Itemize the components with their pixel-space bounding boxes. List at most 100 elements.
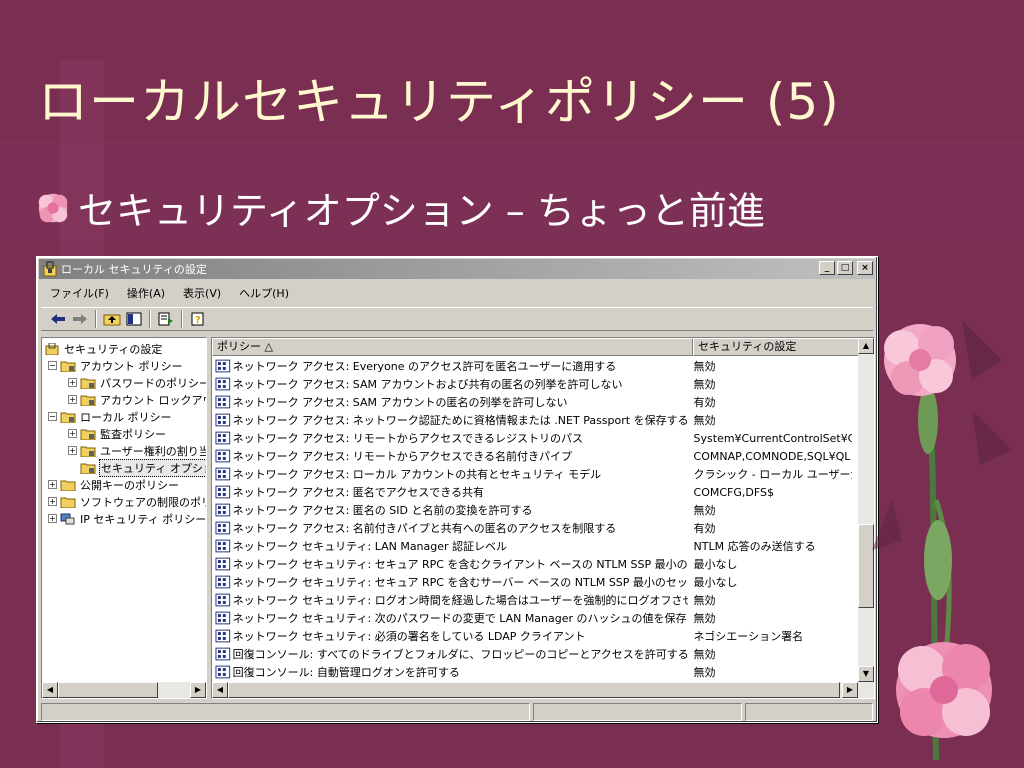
menu-help[interactable]: ヘルプ(H) (230, 285, 298, 301)
policy-row[interactable]: ネットワーク セキュリティ: 次のパスワードの変更で LAN Manager の… (212, 609, 852, 627)
policy-row[interactable]: ネットワーク セキュリティ: セキュア RPC を含むクライアント ベースの N… (212, 555, 852, 573)
policy-row[interactable]: ネットワーク アクセス: 匿名でアクセスできる共有 COMCFG,DFS$ (212, 483, 852, 501)
tree-item-account-policies[interactable]: − アカウント ポリシー (48, 357, 184, 374)
scroll-thumb[interactable] (228, 682, 840, 698)
tree-item-user-rights[interactable]: + ユーザー権利の割り当て (68, 442, 206, 459)
list-horizontal-scrollbar[interactable]: ◀ ▶ (212, 682, 874, 698)
tree-pane: セキュリティの設定 − アカウント ポリシー + パスワードのポリシー + アカ… (41, 337, 207, 699)
tree-item-password-policy[interactable]: + パスワードのポリシー (68, 374, 206, 391)
tree-item-label: 公開キーのポリシー (80, 478, 179, 492)
policy-setting-icon (215, 431, 231, 445)
expand-icon[interactable]: + (68, 429, 77, 438)
policy-setting-value: 無効 (693, 612, 716, 625)
expand-icon[interactable]: + (48, 480, 57, 489)
policy-name: ネットワーク セキュリティ: セキュア RPC を含むサーバー ベースの NTL… (232, 576, 688, 589)
local-security-settings-window: ローカル セキュリティの設定 _ □ × ファイル(F) 操作(A) 表示(V)… (36, 256, 878, 723)
tree-item-software-restriction[interactable]: + ソフトウェアの制限のポリシー (48, 493, 206, 510)
policy-setting-value: 無効 (693, 378, 716, 391)
tree-item-local-policies[interactable]: − ローカル ポリシー (48, 408, 173, 425)
tree-item-public-key-policies[interactable]: + 公開キーのポリシー (48, 476, 180, 493)
close-button[interactable]: × (857, 261, 873, 275)
expand-icon[interactable]: + (68, 446, 77, 455)
column-header-policy[interactable]: ポリシー △ (212, 338, 693, 356)
policy-setting-value: COMCFG,DFS$ (693, 485, 774, 499)
column-header-setting[interactable]: セキュリティの設定 (693, 338, 860, 356)
bullet-line: セキュリティオプション – ちょっと前進 (34, 180, 765, 235)
policy-row[interactable]: ネットワーク アクセス: SAM アカウントおよび共有の匿名の列挙を許可しない 無… (212, 375, 852, 393)
policy-name: 回復コンソール: 自動管理ログオンを許可する (232, 666, 460, 679)
expand-icon[interactable]: + (68, 395, 77, 404)
policy-row[interactable]: ネットワーク セキュリティ: 必須の署名をしている LDAP クライアント ネゴシ… (212, 627, 852, 645)
policy-list-pane: ポリシー △ セキュリティの設定 ネットワーク アクセス: Everyone の… (211, 337, 875, 699)
scroll-thumb[interactable] (58, 682, 158, 698)
policy-setting-value: 最小なし (693, 576, 738, 589)
policy-row[interactable]: ネットワーク アクセス: 匿名の SID と名前の変換を許可する 無効 (212, 501, 852, 519)
help-icon[interactable]: ? (187, 309, 209, 329)
scroll-left-button[interactable]: ◀ (212, 682, 228, 698)
scroll-right-button[interactable]: ▶ (842, 682, 858, 698)
policy-row[interactable]: ネットワーク アクセス: ネットワーク認証ために資格情報または .NET Pas… (212, 411, 852, 429)
tree-item-ip-security[interactable]: + IP セキュリティ ポリシー (48, 510, 207, 527)
policy-setting-icon (215, 485, 231, 499)
tree-horizontal-scrollbar[interactable]: ◀ ▶ (42, 682, 206, 698)
policy-row[interactable]: ネットワーク アクセス: ローカル アカウントの共有とセキュリティ モデル クラシ… (212, 465, 852, 483)
scroll-left-button[interactable]: ◀ (42, 682, 58, 698)
tree-item-label: ソフトウェアの制限のポリシー (80, 495, 206, 509)
policy-row[interactable]: ネットワーク アクセス: リモートからアクセスできる名前付きパイプ COMNAP,… (212, 447, 852, 465)
policy-setting-value: NTLM 応答のみ送信する (693, 540, 816, 553)
policy-setting-value: System¥CurrentControlSet¥C (693, 431, 852, 445)
scroll-right-button[interactable]: ▶ (190, 682, 206, 698)
back-arrow-icon[interactable] (47, 309, 69, 329)
tree-item-security-options[interactable]: セキュリティ オプション (80, 458, 206, 477)
policy-row[interactable]: ネットワーク アクセス: Everyone のアクセス許可を匿名ユーザーに適用す… (212, 357, 852, 375)
expand-icon[interactable]: + (48, 497, 57, 506)
expand-icon[interactable]: + (48, 514, 57, 523)
collapse-icon[interactable]: − (48, 412, 57, 421)
folder-lock-icon (80, 429, 96, 440)
policy-setting-value: 無効 (693, 414, 716, 427)
expand-icon[interactable]: + (68, 378, 77, 387)
tree-item-account-lockout[interactable]: + アカウント ロックアウト (68, 391, 206, 408)
policy-setting-icon (215, 503, 231, 517)
policy-name: ネットワーク セキュリティ: 次のパスワードの変更で LAN Manager の… (232, 612, 688, 625)
toolbar-separator (95, 310, 97, 328)
policy-row[interactable]: ネットワーク アクセス: リモートからアクセスできるレジストリのパス System… (212, 429, 852, 447)
toolbar-separator (181, 310, 183, 328)
policy-row[interactable]: 回復コンソール: 自動管理ログオンを許可する 無効 (212, 663, 852, 681)
policy-row[interactable]: ネットワーク アクセス: 名前付きパイプと共有への匿名のアクセスを制限する 有効 (212, 519, 852, 537)
menu-action[interactable]: 操作(A) (118, 285, 174, 301)
policy-setting-icon (215, 521, 231, 535)
policy-row[interactable]: ネットワーク セキュリティ: セキュア RPC を含むサーバー ベースの NTL… (212, 573, 852, 591)
policy-name: ネットワーク アクセス: Everyone のアクセス許可を匿名ユーザーに適用す… (232, 360, 617, 373)
export-list-icon[interactable] (155, 309, 177, 329)
collapse-icon[interactable]: − (48, 361, 57, 370)
policy-name: ネットワーク セキュリティ: ログオン時間を経過した場合はユーザーを強制的にログ… (232, 594, 688, 607)
policy-row[interactable]: 回復コンソール: すべてのドライブとフォルダに、フロッピーのコピーとアクセスを許… (212, 645, 852, 663)
policy-name: ネットワーク セキュリティ: セキュア RPC を含むクライアント ベースの N… (232, 558, 688, 571)
tree-item-label: ローカル ポリシー (80, 410, 172, 424)
policy-name: ネットワーク アクセス: リモートからアクセスできる名前付きパイプ (232, 450, 573, 463)
window-titlebar[interactable]: ローカル セキュリティの設定 _ □ × (39, 259, 875, 279)
menu-file[interactable]: ファイル(F) (41, 285, 118, 301)
policy-row[interactable]: ネットワーク セキュリティ: LAN Manager 認証レベル NTLM 応答の… (212, 537, 852, 555)
list-header: ポリシー △ セキュリティの設定 (212, 338, 874, 356)
policy-setting-value: ネゴシエーション署名 (693, 630, 804, 643)
tree-item-label: セキュリティの設定 (64, 342, 163, 356)
carnation-bullet-icon (38, 193, 68, 222)
tree-item-audit-policy[interactable]: + 監査ポリシー (68, 425, 167, 442)
forward-arrow-icon[interactable] (69, 309, 91, 329)
menu-view[interactable]: 表示(V) (174, 285, 230, 301)
folder-lock-icon (60, 412, 76, 423)
tree-item-label: 監査ポリシー (100, 427, 166, 441)
policy-setting-icon (215, 359, 231, 373)
show-tree-icon[interactable] (123, 309, 145, 329)
policy-row[interactable]: ネットワーク アクセス: SAM アカウントの匿名の列挙を許可しない 有効 (212, 393, 852, 411)
policy-row[interactable]: ネットワーク セキュリティ: ログオン時間を経過した場合はユーザーを強制的にログ… (212, 591, 852, 609)
folder-icon (60, 497, 76, 508)
folder-lock-icon (80, 463, 96, 474)
tree-item-label: IP セキュリティ ポリシー (80, 512, 207, 526)
minimize-button[interactable]: _ (819, 261, 835, 275)
up-folder-icon[interactable] (101, 309, 123, 329)
tree-item-security-settings[interactable]: セキュリティの設定 (44, 340, 163, 357)
maximize-button[interactable]: □ (837, 261, 853, 275)
